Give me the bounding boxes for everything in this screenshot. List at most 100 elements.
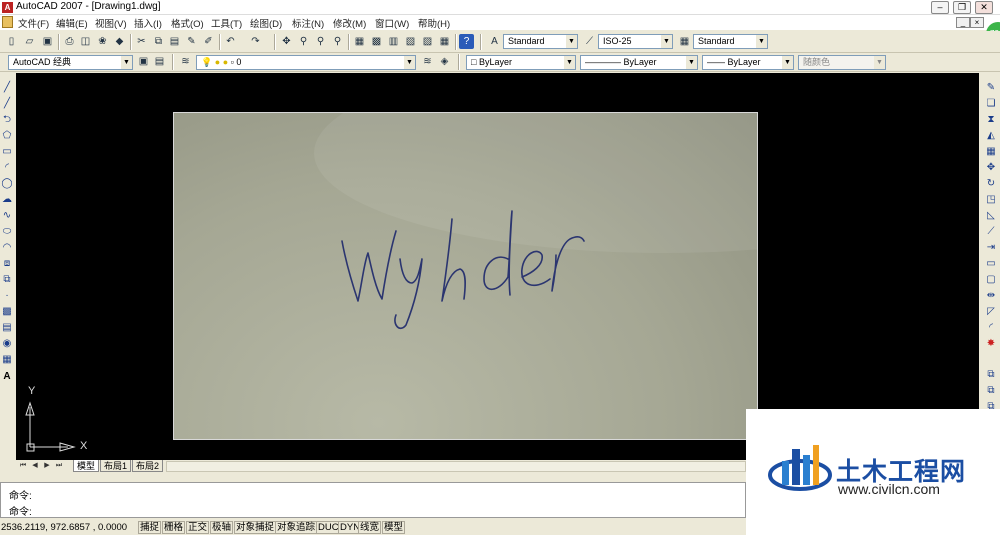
workspace-select[interactable]: AutoCAD 经典 ▼ [8,55,133,70]
dim-style-icon[interactable]: ⟋ [582,34,597,49]
help-icon[interactable]: ? [459,34,474,49]
new-icon[interactable]: ▯ [4,34,19,49]
3d-dwf-icon[interactable]: ◆ [112,34,127,49]
rotate-icon[interactable]: ↻ [985,177,997,191]
save-icon[interactable]: ▣ [40,34,55,49]
doc-close-button[interactable]: × [970,17,984,28]
prev-tab-icon[interactable]: ◀ [30,461,40,471]
erase-icon[interactable]: ✎ [985,81,997,95]
menu-draw[interactable]: 绘图(D) [250,16,282,30]
ortho-toggle[interactable]: 正交 [186,521,210,534]
offset-icon[interactable]: ◭ [985,129,997,143]
layer-previous-icon[interactable]: ◈ [437,54,452,69]
zoom-previous-icon[interactable]: ⚲ [330,34,345,49]
revision-cloud-icon[interactable]: ☁ [1,193,13,207]
dim-style-select[interactable]: ISO-25 ▼ [598,34,673,49]
snap-toggle[interactable]: 捕捉 [138,521,162,534]
draw-order-icon[interactable]: ⧉ [985,368,997,382]
scale-icon[interactable]: ◳ [985,193,997,207]
layer-select[interactable]: 💡 ● ● ▫ 0 ▼ [196,55,416,70]
first-tab-icon[interactable]: ⏮ [18,461,28,471]
menu-modify[interactable]: 修改(M) [333,16,366,30]
trim-icon[interactable]: ⟋ [985,225,997,239]
otrack-toggle[interactable]: 对象追踪 [275,521,318,534]
make-block-icon[interactable]: ⧉ [1,273,13,287]
menu-dimension[interactable]: 标注(N) [292,16,324,30]
command-window[interactable]: 命令: 命令: [0,482,746,518]
line-icon[interactable]: ╱ [1,81,13,95]
doc-minimize-button[interactable]: _ [956,17,970,28]
autocad-app-icon[interactable]: A [2,2,13,13]
extend-icon[interactable]: ⇥ [985,241,997,255]
raster-image[interactable] [173,112,758,440]
construction-line-icon[interactable]: ╱ [1,97,13,111]
make-layer-current-icon[interactable]: ≋ [420,54,435,69]
document-icon[interactable] [2,16,13,28]
point-icon[interactable]: · [1,289,13,303]
break-icon[interactable]: ▢ [985,273,997,287]
text-style-icon[interactable]: A [487,34,502,49]
circle-icon[interactable]: ◯ [1,177,13,191]
design-center-icon[interactable]: ▩ [369,34,384,49]
layer-manager-icon[interactable]: ≋ [178,54,193,69]
color-select[interactable]: □ ByLayer ▼ [466,55,576,70]
join-icon[interactable]: ⇹ [985,289,997,303]
spline-icon[interactable]: ∿ [1,209,13,223]
drawing-canvas[interactable]: Y X [16,73,979,460]
hatch-icon[interactable]: ▩ [1,305,13,319]
next-tab-icon[interactable]: ▶ [42,461,52,471]
zoom-window-icon[interactable]: ⚲ [313,34,328,49]
menu-help[interactable]: 帮助(H) [418,16,450,30]
markup-icon[interactable]: ▨ [420,34,435,49]
draw-order-back-icon[interactable]: ⧉ [985,384,997,398]
text-style-select[interactable]: Standard ▼ [503,34,578,49]
move-icon[interactable]: ✥ [985,161,997,175]
plot-icon[interactable]: ⎙ [62,34,77,49]
rectangle-icon[interactable]: ▭ [1,145,13,159]
menu-window[interactable]: 窗口(W) [375,16,409,30]
menu-tools[interactable]: 工具(T) [211,16,242,30]
sheet-set-icon[interactable]: ▧ [403,34,418,49]
properties-icon[interactable]: ▦ [352,34,367,49]
lineweight-toggle[interactable]: 线宽 [358,521,382,534]
command-prompt[interactable]: 命令: [9,503,32,518]
pan-icon[interactable]: ✥ [279,34,294,49]
menu-file[interactable]: 文件(F) [18,16,49,30]
publish-icon[interactable]: ❀ [95,34,110,49]
tab-layout1[interactable]: 布局1 [100,460,132,472]
restore-button[interactable]: ❐ [953,1,971,14]
table-icon[interactable]: ▦ [1,353,13,367]
array-icon[interactable]: ▦ [985,145,997,159]
open-icon[interactable]: ▱ [22,34,37,49]
workspace-save-icon[interactable]: ▤ [152,54,167,69]
menu-format[interactable]: 格式(O) [171,16,204,30]
explode-icon[interactable]: ✸ [985,337,997,351]
polyline-icon[interactable]: ⮌ [1,113,13,127]
mirror-icon[interactable]: ⧗ [985,113,997,127]
block-editor-icon[interactable]: ✐ [201,34,216,49]
undo-icon[interactable]: ↶ [223,34,238,49]
polar-toggle[interactable]: 极轴 [210,521,234,534]
zoom-realtime-icon[interactable]: ⚲ [296,34,311,49]
calculator-icon[interactable]: ▦ [437,34,452,49]
region-icon[interactable]: ◉ [1,337,13,351]
minimize-button[interactable]: – [931,1,949,14]
stretch-icon[interactable]: ◺ [985,209,997,223]
model-paper-toggle[interactable]: 模型 [382,521,406,534]
break-at-point-icon[interactable]: ▭ [985,257,997,271]
osnap-toggle[interactable]: 对象捕捉 [234,521,277,534]
workspace-settings-icon[interactable]: ▣ [136,54,151,69]
arc-icon[interactable]: ◜ [1,161,13,175]
coordinate-readout[interactable]: 2536.2119, 972.6857 , 0.0000 [1,522,127,533]
redo-icon[interactable]: ↷ [248,34,263,49]
copy-icon[interactable]: ⧉ [151,34,166,49]
menu-edit[interactable]: 编辑(E) [56,16,88,30]
paste-icon[interactable]: ▤ [167,34,182,49]
ellipse-arc-icon[interactable]: ◠ [1,241,13,255]
polygon-icon[interactable]: ⬠ [1,129,13,143]
horizontal-scrollbar[interactable] [166,461,746,472]
insert-block-icon[interactable]: ⧈ [1,257,13,271]
grid-toggle[interactable]: 栅格 [162,521,186,534]
close-button[interactable]: ✕ [975,1,993,14]
last-tab-icon[interactable]: ⏭ [54,461,64,471]
